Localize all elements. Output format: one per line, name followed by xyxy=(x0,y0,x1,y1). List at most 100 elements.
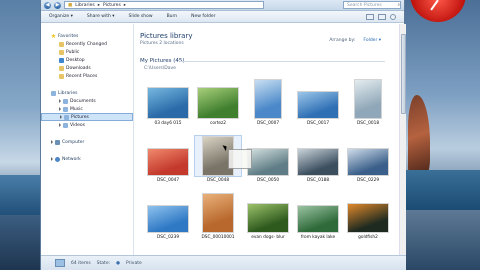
photo-caption: DSC_0239 xyxy=(156,235,180,240)
photo-item[interactable]: goldfish2 xyxy=(343,193,393,250)
photo-thumbnail xyxy=(247,148,289,176)
photo-item[interactable]: 03 day6 015 xyxy=(143,79,193,136)
favorites-label: Favorites xyxy=(58,33,79,39)
change-view-icon[interactable] xyxy=(366,13,374,20)
details-pane: 64 items State: ● Private xyxy=(41,255,406,270)
thumbnail-frame xyxy=(295,193,341,233)
sidebar-item-pictures[interactable]: Pictures xyxy=(41,113,133,121)
help-icon[interactable] xyxy=(390,13,396,20)
burn-button[interactable]: Burn xyxy=(167,14,178,19)
drag-preview xyxy=(228,149,252,169)
photo-item[interactable]: DSC_0239 xyxy=(143,193,193,250)
breadcrumb-separator: ▸ xyxy=(123,2,127,8)
thumbnail-frame xyxy=(245,79,291,119)
photo-item[interactable]: DSC_0018 xyxy=(343,79,393,136)
arrange-by-dropdown[interactable]: Folder ▾ xyxy=(363,38,381,43)
library-locations-link[interactable]: Pictures 2 locations xyxy=(140,41,192,46)
recent-places-icon xyxy=(59,73,64,79)
photo-thumbnail xyxy=(254,79,282,119)
folder-icon xyxy=(59,41,64,47)
back-button[interactable]: ◀ xyxy=(44,1,51,9)
slide-show-button[interactable]: Slide show xyxy=(129,14,153,19)
sidebar-item-desktop[interactable]: Desktop xyxy=(41,56,133,64)
photo-item[interactable]: DSC_0047 xyxy=(143,136,193,193)
photo-item[interactable]: evan dogs- blur xyxy=(243,193,293,250)
sidebar-item-recently-changed[interactable]: Recently Changed xyxy=(41,40,133,48)
expand-icon[interactable] xyxy=(60,115,62,119)
expand-icon[interactable] xyxy=(59,107,61,111)
library-icon xyxy=(51,90,56,96)
libraries-header[interactable]: Libraries xyxy=(41,89,133,97)
desktop-wallpaper-sea xyxy=(405,170,480,210)
photo-caption: DSC_0048 xyxy=(206,178,230,183)
documents-icon xyxy=(63,98,68,104)
thumbnail-frame xyxy=(345,193,391,233)
photo-item[interactable]: DSC_0017 xyxy=(293,79,343,136)
address-bar[interactable]: ■ Libraries ▸ Pictures ▸ xyxy=(64,1,264,9)
favorites-header[interactable]: Favorites xyxy=(41,32,133,40)
sidebar-item-computer[interactable]: Computer xyxy=(41,138,133,146)
sidebar-item-label: Network xyxy=(62,156,81,162)
breadcrumb-pictures[interactable]: Pictures xyxy=(103,3,121,8)
photo-thumbnail xyxy=(147,205,189,233)
vertical-scrollbar[interactable] xyxy=(399,24,406,255)
group-header[interactable]: My Pictures (45) xyxy=(140,58,185,64)
sidebar-item-videos[interactable]: Videos xyxy=(41,121,133,129)
command-bar: Organize ▾ Share with ▾ Slide show Burn … xyxy=(41,11,404,23)
sidebar-item-network[interactable]: Network xyxy=(41,155,133,163)
photo-item[interactable]: DSC_00010001 xyxy=(193,193,243,250)
breadcrumb-libraries[interactable]: Libraries xyxy=(75,3,94,8)
group-location: C:\Users\Dave xyxy=(144,66,176,71)
folder-icon: ■ xyxy=(68,2,73,8)
photo-caption: 03 day6 015 xyxy=(154,121,182,126)
photo-item[interactable]: DSC_0229 xyxy=(343,136,393,193)
photo-caption: goldfish2 xyxy=(358,235,378,240)
expand-icon[interactable] xyxy=(51,157,53,161)
arrange-by: Arrange by: Folder ▾ xyxy=(329,38,381,43)
expand-icon[interactable] xyxy=(59,123,61,127)
file-list-pane: Pictures library Pictures 2 locations Ar… xyxy=(135,24,399,255)
photo-thumbnail xyxy=(297,148,339,176)
sidebar-item-downloads[interactable]: Downloads xyxy=(41,64,133,72)
expand-icon[interactable] xyxy=(51,140,53,144)
group-divider xyxy=(180,61,385,62)
organize-button[interactable]: Organize ▾ xyxy=(49,14,73,19)
sidebar-item-music[interactable]: Music xyxy=(41,105,133,113)
new-folder-button[interactable]: New folder xyxy=(191,14,215,19)
photo-thumbnail xyxy=(197,87,239,119)
photo-caption: DSC_0050 xyxy=(256,178,280,183)
sidebar-item-label: Downloads xyxy=(66,65,91,71)
forward-button[interactable]: ▶ xyxy=(54,1,61,9)
thumbnail-frame xyxy=(145,136,191,176)
expand-icon[interactable] xyxy=(59,99,61,103)
preview-pane-icon[interactable] xyxy=(378,13,386,20)
thumbnail-frame xyxy=(145,79,191,119)
share-with-button[interactable]: Share with ▾ xyxy=(87,14,115,19)
thumbnail-grid: 03 day6 015 cortez2 DSC_0007 DSC_0017 DSC_00… xyxy=(143,79,391,250)
thumbnail-frame xyxy=(195,193,241,233)
photo-thumbnail xyxy=(297,205,339,233)
sidebar-item-public[interactable]: Public xyxy=(41,48,133,56)
photo-item[interactable]: DSC_0188 xyxy=(293,136,343,193)
photo-thumbnail xyxy=(347,203,389,233)
sidebar-item-label: Recent Places xyxy=(66,73,98,79)
item-count: 64 items xyxy=(71,260,91,266)
photo-thumbnail xyxy=(202,193,234,233)
photo-item[interactable]: cortez2 xyxy=(193,79,243,136)
videos-icon xyxy=(63,122,68,128)
sidebar-item-label: Videos xyxy=(70,122,85,128)
address-bar-row: ◀ ▶ ■ Libraries ▸ Pictures ▸ Search Pict… xyxy=(41,0,404,11)
library-title: Pictures library xyxy=(140,32,193,40)
sidebar-item-recent-places[interactable]: Recent Places xyxy=(41,72,133,80)
scrollbar-thumb[interactable] xyxy=(401,34,406,114)
photo-item[interactable]: DSC_0007 xyxy=(243,79,293,136)
photo-caption: DSC_0007 xyxy=(256,121,280,126)
photo-item[interactable]: from kayak lake xyxy=(293,193,343,250)
libraries-label: Libraries xyxy=(58,90,78,96)
sidebar-item-label: Public xyxy=(66,49,80,55)
thumbnail-frame xyxy=(145,193,191,233)
search-input[interactable]: Search Pictures ⌕ xyxy=(343,1,401,9)
thumbnail-frame xyxy=(245,193,291,233)
sidebar-item-documents[interactable]: Documents xyxy=(41,97,133,105)
sidebar-item-label: Recently Changed xyxy=(66,41,107,47)
